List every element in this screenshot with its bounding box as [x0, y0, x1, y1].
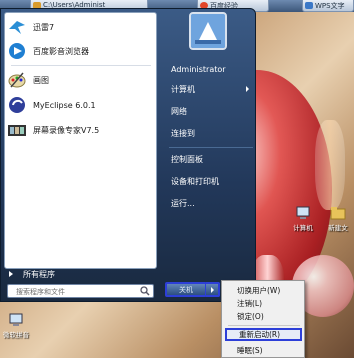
program-label: 百度影音浏览器 [33, 46, 89, 56]
power-item-log-off[interactable]: 注销(L) [225, 297, 302, 310]
chevron-right-icon [210, 286, 214, 293]
all-programs-label: 所有程序 [23, 269, 55, 279]
menu-item-network[interactable]: 网络 [165, 103, 255, 119]
desktop-icon-pinyin[interactable]: 微软拼音 [0, 312, 32, 339]
desktop-icon-new-file[interactable]: 新建文 [322, 205, 354, 232]
power-item-label: 重新启动(R) [239, 330, 281, 339]
search-placeholder: 搜索程序和文件 [16, 288, 65, 296]
power-item-switch-user[interactable]: 切换用户(W) [225, 284, 302, 297]
power-options-submenu: 切换用户(W) 注销(L) 锁定(O) 重新启动(R) 睡眠(S) [221, 280, 305, 358]
desktop-icon-label: 新建文 [328, 224, 348, 232]
wallpaper-glass-right [315, 120, 345, 210]
power-item-sleep[interactable]: 睡眠(S) [225, 344, 302, 357]
myeclipse-icon [7, 95, 27, 115]
power-item-restart[interactable]: 重新启动(R) [225, 328, 302, 341]
program-item-baidu-player[interactable]: 百度影音浏览器 [7, 40, 155, 62]
program-item-screen-recorder[interactable]: 屏幕录像专家V7.5 [7, 119, 155, 141]
baidu-player-icon [7, 41, 27, 61]
taskbar-tab-wps[interactable]: WPS文字 [302, 0, 354, 12]
user-name: Administrator [171, 64, 226, 74]
taskbar-tab-label: WPS文字 [315, 2, 345, 10]
power-item-label: 睡眠(S) [237, 346, 263, 355]
shutdown-button[interactable]: 关机 [165, 282, 207, 297]
divider [228, 325, 300, 326]
menu-item-run[interactable]: 运行... [165, 195, 255, 211]
menu-item-label: 设备和打印机 [171, 176, 219, 186]
search-input[interactable]: 搜索程序和文件 [7, 284, 154, 298]
program-item-xunlei[interactable]: 迅雷7 [7, 16, 155, 38]
user-avatar[interactable] [189, 12, 227, 50]
wps-icon [305, 2, 313, 9]
divider [11, 65, 151, 66]
start-menu-right-pane: Administrator 计算机 网络 连接到 控制面板 设备和打印机 运行.… [161, 9, 257, 269]
menu-item-computer[interactable]: 计算机 [165, 81, 255, 97]
all-programs-button[interactable]: 所有程序 [3, 267, 153, 281]
program-item-myeclipse[interactable]: MyEclipse 6.0.1 [7, 94, 155, 116]
menu-item-label: 连接到 [171, 128, 195, 138]
menu-item-connect-to[interactable]: 连接到 [165, 125, 255, 141]
computer-icon [8, 312, 24, 328]
shutdown-options-button[interactable] [206, 282, 220, 297]
program-label: MyEclipse 6.0.1 [33, 100, 96, 110]
divider [169, 147, 253, 148]
shutdown-label: 关机 [179, 285, 193, 294]
paint-palette-icon [7, 70, 27, 90]
power-item-label: 切换用户(W) [237, 286, 281, 295]
menu-item-label: 控制面板 [171, 154, 203, 164]
desktop-icon-label: 微软拼音 [3, 331, 29, 339]
desktop-icon-label: 计算机 [293, 224, 313, 232]
program-label: 画图 [33, 75, 49, 85]
program-item-paint[interactable]: 画图 [7, 69, 155, 91]
menu-item-label: 运行... [171, 198, 195, 208]
start-menu: 迅雷7 百度影音浏览器 画图 MyEclipse 6.0.1 屏幕录像专家V7.… [0, 8, 256, 302]
menu-item-label: 网络 [171, 106, 187, 116]
desktop-icon-computer[interactable]: 计算机 [287, 205, 319, 232]
film-strip-icon [7, 120, 27, 140]
program-label: 屏幕录像专家V7.5 [33, 125, 100, 135]
computer-icon [295, 205, 311, 221]
program-label: 迅雷7 [33, 22, 55, 32]
search-icon [140, 286, 150, 296]
menu-item-control-panel[interactable]: 控制面板 [165, 151, 255, 167]
chevron-right-icon [246, 86, 249, 92]
power-item-label: 注销(L) [237, 299, 263, 308]
menu-item-devices-printers[interactable]: 设备和打印机 [165, 173, 255, 189]
arrow-right-icon [9, 271, 13, 277]
power-item-lock[interactable]: 锁定(O) [225, 310, 302, 323]
start-menu-programs-pane: 迅雷7 百度影音浏览器 画图 MyEclipse 6.0.1 屏幕录像专家V7.… [4, 12, 157, 269]
menu-item-label: 计算机 [171, 84, 195, 94]
folder-icon [330, 205, 346, 221]
user-name-link[interactable]: Administrator [165, 61, 255, 77]
xunlei-bird-icon [7, 17, 27, 37]
power-item-label: 锁定(O) [237, 312, 264, 321]
